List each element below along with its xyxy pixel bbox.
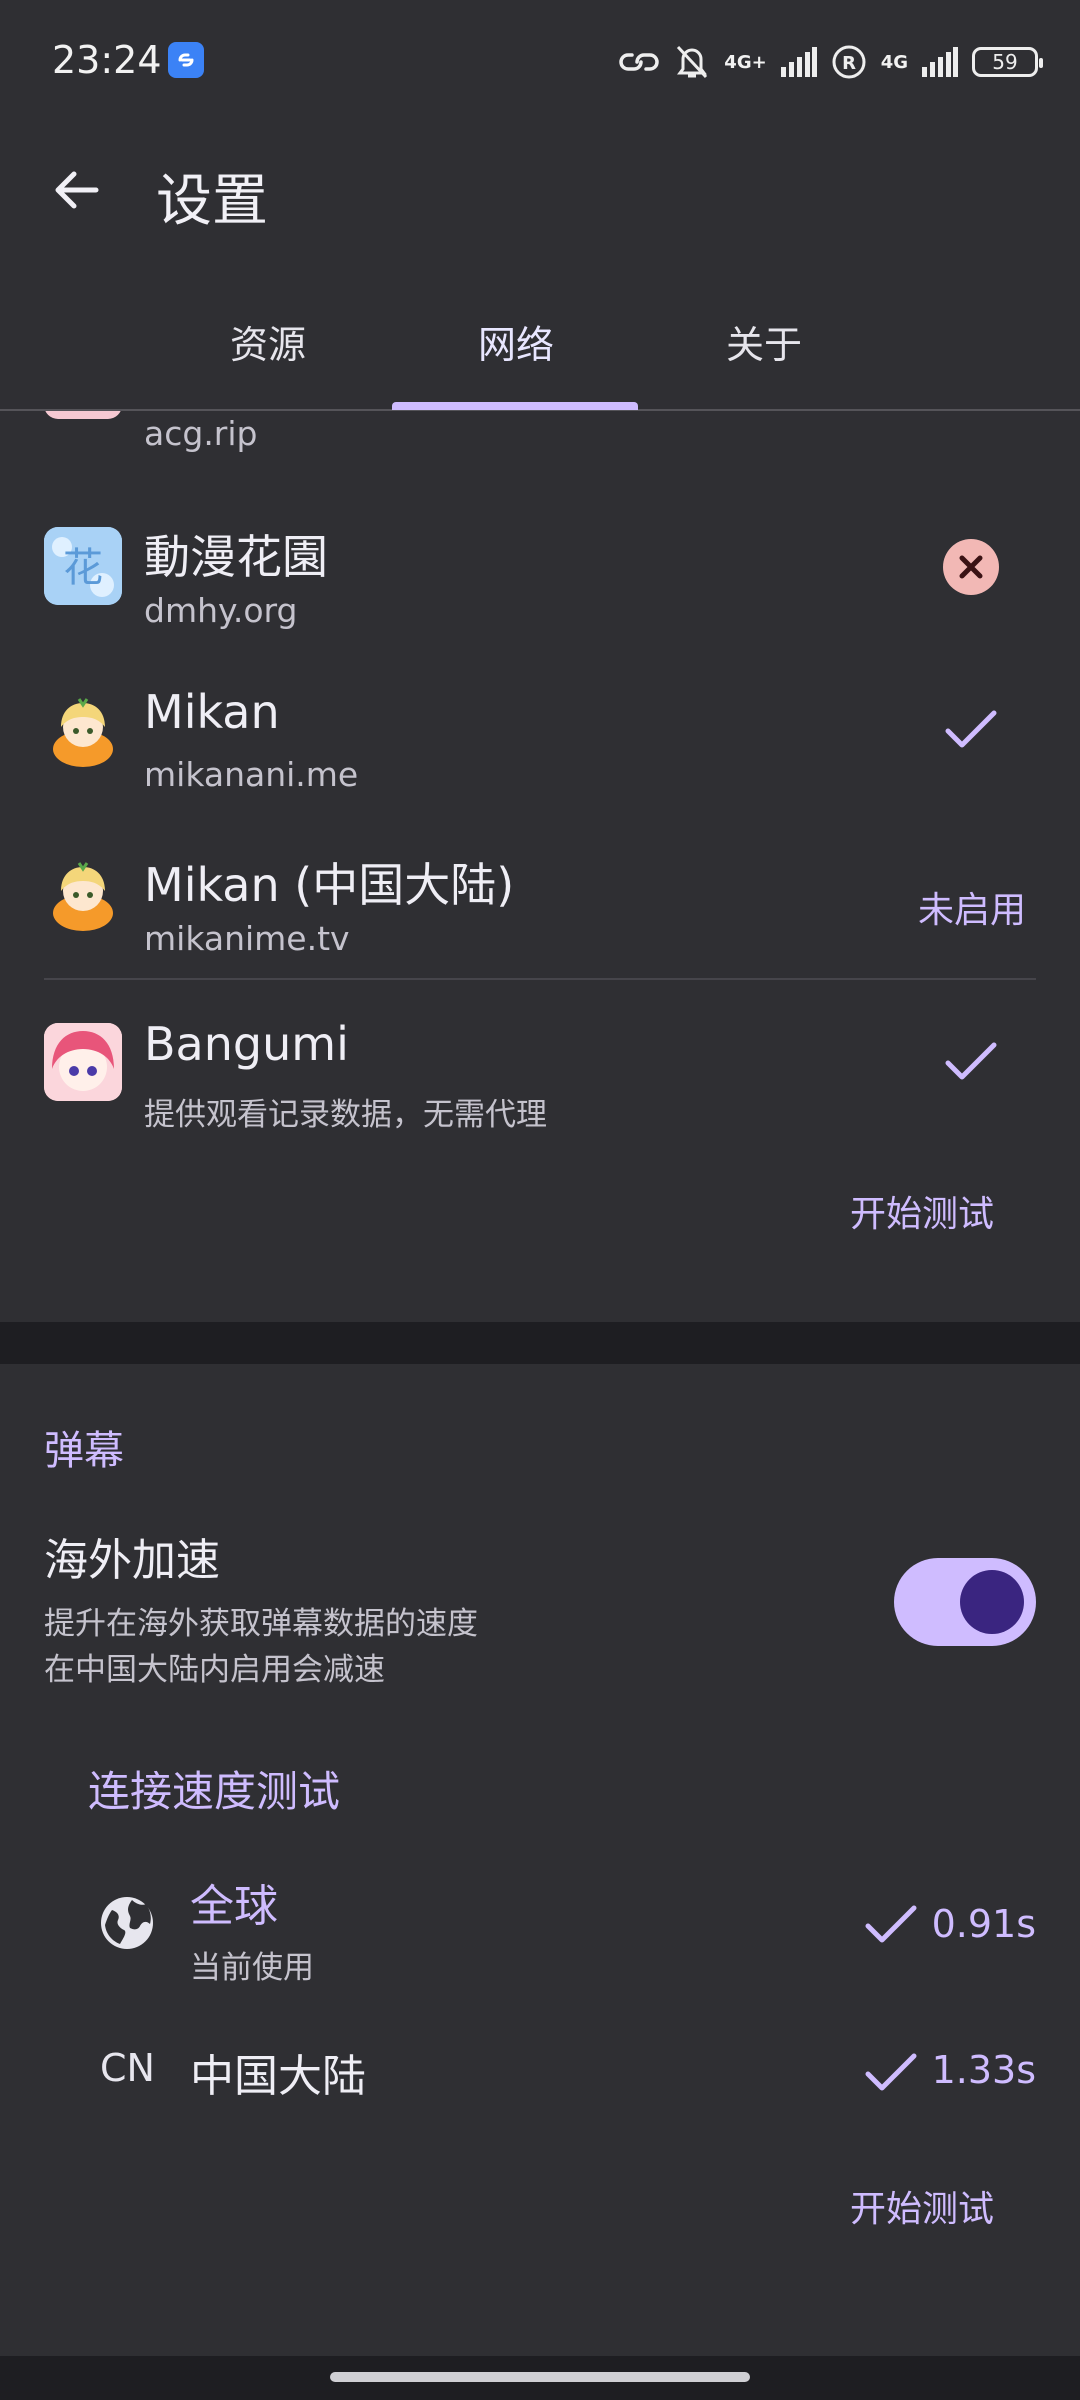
tab-bar: 资源 网络 关于 — [0, 300, 1080, 410]
acgrip-avatar — [44, 411, 122, 419]
server-cn-time: 1.33s — [931, 2048, 1036, 2092]
error-badge-icon — [943, 539, 999, 595]
bangumi-desc: 提供观看记录数据，无需代理 — [144, 1097, 547, 1133]
signal-bars-1-icon — [780, 47, 817, 77]
tab-sources[interactable]: 资源 — [144, 300, 392, 410]
bangumi-title: Bangumi — [144, 1017, 349, 1071]
list-item-dmhy[interactable]: 花 動漫花園 dmhy.org — [0, 511, 1080, 661]
speed-test-title: 连接速度测试 — [88, 1767, 341, 1816]
danmaku-section-title: 弹幕 — [44, 1428, 124, 1474]
app-notification-icon — [168, 42, 204, 78]
toggle-knob — [960, 1570, 1024, 1634]
start-test-button-danmaku[interactable]: 开始测试 — [850, 2180, 994, 2232]
status-icons: 4G+ R 4G 59 — [618, 40, 1043, 84]
list-divider — [44, 978, 1036, 980]
list-item-mikan[interactable]: Mikan mikanani.me — [0, 675, 1080, 825]
mute-bell-icon — [677, 45, 708, 79]
signal-label-2: 4G — [880, 51, 908, 73]
battery-icon: 59 — [972, 47, 1043, 77]
bangumi-avatar — [44, 1023, 122, 1101]
svg-text:R: R — [842, 53, 856, 74]
dmhy-title: 動漫花園 — [144, 530, 328, 584]
server-global-name: 全球 — [190, 1881, 278, 1932]
start-test-button-sources[interactable]: 开始测试 — [850, 1185, 994, 1237]
mikan-cn-url: mikanime.tv — [144, 919, 350, 958]
battery-level: 59 — [992, 50, 1018, 74]
signal-bars-2-icon — [922, 47, 958, 77]
section-separator — [0, 1322, 1080, 1364]
tab-indicator — [392, 402, 638, 410]
mikan-cn-logo — [44, 857, 122, 935]
list-item-mikan-cn[interactable]: Mikan (中国大陆) mikanime.tv 未启用 — [0, 839, 1080, 989]
cn-check-icon — [865, 2053, 917, 2091]
mikan-url: mikanani.me — [144, 755, 359, 794]
server-global-status: 当前使用 — [190, 1950, 314, 1986]
server-row-global[interactable]: 全球 当前使用 0.91s — [0, 1860, 1080, 1990]
list-item-bangumi[interactable]: Bangumi 提供观看记录数据，无需代理 — [0, 1007, 1080, 1157]
mikan-logo — [44, 693, 122, 771]
home-indicator[interactable] — [330, 2372, 750, 2382]
server-global-time: 0.91s — [931, 1902, 1036, 1946]
overseas-accel-toggle[interactable] — [894, 1558, 1036, 1646]
signal-label-1: 4G+ — [724, 51, 767, 73]
cn-region-icon: CN — [100, 2046, 155, 2090]
overseas-accel-title: 海外加速 — [44, 1535, 220, 1586]
back-arrow-icon — [55, 171, 99, 209]
tab-about[interactable]: 关于 — [640, 300, 888, 410]
server-cn-name: 中国大陆 — [190, 2051, 366, 2102]
mikan-cn-title: Mikan (中国大陆) — [144, 858, 515, 912]
list-item-acgrip[interactable]: acg.rip 未启用 — [0, 411, 1080, 471]
tab-network[interactable]: 网络 — [392, 300, 640, 410]
dmhy-logo: 花 — [44, 527, 122, 605]
server-row-cn[interactable]: CN 中国大陆 1.33s — [0, 2010, 1080, 2130]
back-button[interactable] — [50, 164, 102, 216]
globe-icon — [101, 1897, 153, 1949]
source-list: acg.rip 未启用 花 動漫花園 dmhy.org Mikan mikana… — [0, 411, 1080, 1322]
overseas-accel-desc-1: 提升在海外获取弹幕数据的速度 — [44, 1606, 478, 1642]
roaming-icon: R — [832, 45, 866, 79]
acgrip-url: acg.rip — [144, 414, 258, 453]
mikan-check-icon — [945, 710, 997, 748]
svg-text:花: 花 — [63, 545, 103, 591]
acgrip-status: 未启用 — [918, 411, 1026, 413]
mikan-title: Mikan — [144, 685, 280, 739]
link-icon — [619, 53, 660, 71]
mikan-cn-status: 未启用 — [917, 890, 1026, 931]
status-time: 23:24 — [52, 38, 162, 82]
dmhy-url: dmhy.org — [144, 591, 298, 630]
global-check-icon — [865, 1905, 917, 1943]
bangumi-check-icon — [945, 1042, 997, 1080]
overseas-accel-desc-2: 在中国大陆内启用会减速 — [44, 1652, 385, 1688]
page-title: 设置 — [156, 169, 268, 234]
